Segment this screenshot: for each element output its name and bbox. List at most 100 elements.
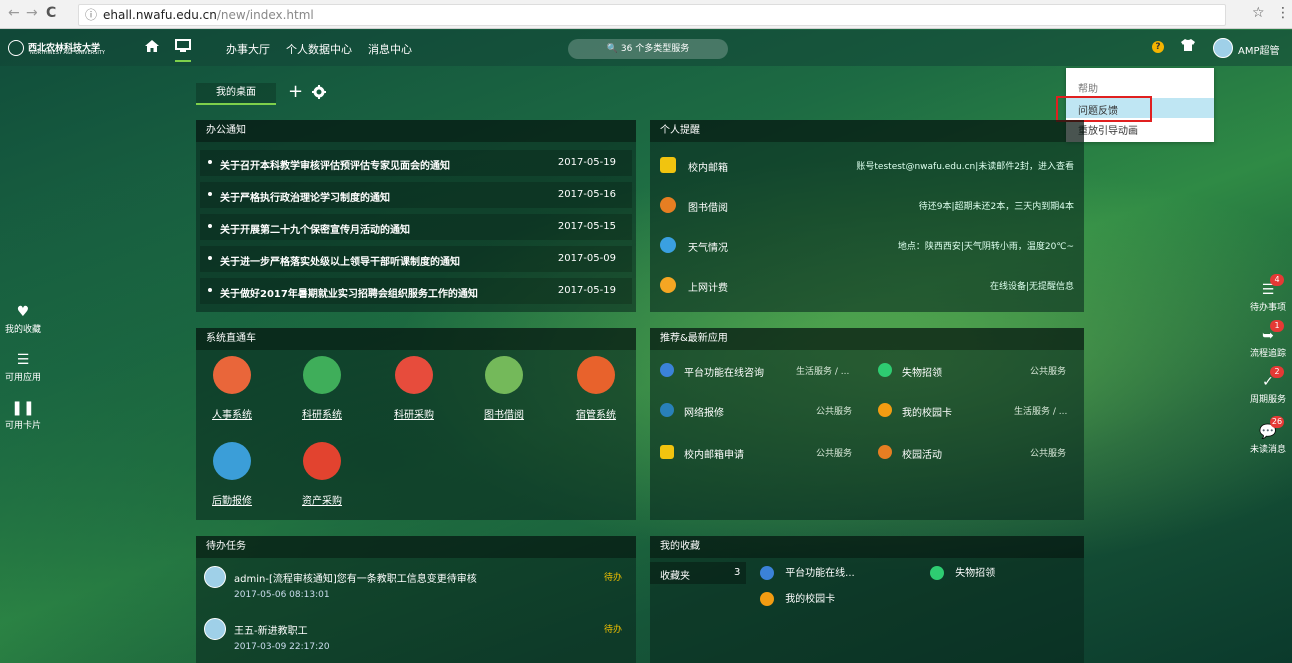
reminder-label: 天气情况 xyxy=(688,243,728,254)
tab-my-desktop[interactable]: 我的桌面 xyxy=(196,83,276,105)
task-title[interactable]: 王五-新进教职工 xyxy=(234,622,308,637)
sidebar-my-favorites[interactable]: ♥ 我的收藏 xyxy=(0,304,46,335)
user-avatar xyxy=(204,566,226,588)
reminder-info[interactable]: 地点：陕西西安|天气阴转小雨，温度20℃~ xyxy=(898,239,1074,252)
menu-item-help[interactable]: 帮助 xyxy=(1078,80,1098,95)
reminder-info[interactable]: 账号testest@nwafu.edu.cn|未读邮件2封，进入查看 xyxy=(856,159,1074,172)
settings-gear-icon[interactable] xyxy=(312,84,326,103)
list-icon: ☰ xyxy=(16,352,30,368)
app-mailbox-apply[interactable]: 校内邮箱申请 公共服务 xyxy=(650,436,868,470)
tasks-title: 待办任务 xyxy=(196,536,636,558)
system-library[interactable]: 图书借阅 xyxy=(474,356,534,421)
system-label[interactable]: 图书借阅 xyxy=(474,406,534,421)
repair-tools-icon xyxy=(213,442,251,480)
app-category: 公共服务 xyxy=(816,449,853,459)
browser-menu-icon[interactable]: ⋮ xyxy=(1276,5,1290,21)
app-campus-activity[interactable]: 校园活动 公共服务 xyxy=(868,436,1084,470)
university-logo[interactable]: 西北农林科技大学 NORTHWEST A&F UNIVERSITY xyxy=(8,40,105,56)
sidebar-available-apps[interactable]: ☰ 可用应用 xyxy=(0,352,46,383)
sidebar-available-cards[interactable]: ❚❚ 可用卡片 xyxy=(0,400,46,431)
bookmark-star-icon[interactable]: ☆ xyxy=(1252,5,1265,21)
reminder-row-library[interactable]: 图书借阅 待还9本|超期未还2本，三天内到期4本 xyxy=(650,190,1084,220)
app-name: 我的校园卡 xyxy=(902,408,952,419)
system-label[interactable]: 资产采购 xyxy=(292,492,352,507)
add-tab-icon[interactable]: + xyxy=(288,81,303,102)
logo-subtitle: NORTHWEST A&F UNIVERSITY xyxy=(30,50,105,56)
notices-panel: 办公通知 关于召开本科教学审核评估预评估专家见面会的通知 2017-05-19 … xyxy=(196,120,636,312)
favorite-label: 失物招领 xyxy=(955,568,996,579)
reminder-info[interactable]: 待还9本|超期未还2本，三天内到期4本 xyxy=(919,199,1074,212)
task-row[interactable]: admin-[流程审核通知]您有一条教职工信息变更待审核 待办 2017-05-… xyxy=(196,562,636,608)
notice-title[interactable]: 关于开展第二十九个保密宣传月活动的通知 xyxy=(220,221,410,236)
notice-row[interactable]: 关于进一步严格落实处级以上领导干部听课制度的通知 2017-05-09 xyxy=(200,246,632,272)
site-info-icon[interactable]: ⓘ xyxy=(85,5,97,25)
notice-title[interactable]: 关于严格执行政治理论学习制度的通知 xyxy=(220,189,390,204)
app-campus-card[interactable]: 我的校园卡 生活服务 / ... xyxy=(868,394,1084,428)
apps-title: 推荐&最新应用 xyxy=(650,328,1084,350)
notice-title[interactable]: 关于进一步严格落实处级以上领导干部听课制度的通知 xyxy=(220,253,460,268)
forward-icon[interactable]: → xyxy=(26,6,38,20)
task-row[interactable]: 王五-新进教职工 待办 2017-03-09 22:17:20 xyxy=(196,614,636,660)
reminder-row-network[interactable]: 上网计费 在线设备|无提醒信息 xyxy=(650,270,1084,300)
sidebar-process-tracking[interactable]: ➥ 1 流程追踪 xyxy=(1244,320,1292,359)
system-logistics-repair[interactable]: 后勤报修 xyxy=(202,442,262,507)
service-search[interactable]: 🔍 36 个多类型服务 xyxy=(568,39,728,59)
notices-title: 办公通知 xyxy=(196,120,636,142)
app-network-repair[interactable]: 网络报修 公共服务 xyxy=(650,394,868,428)
home-icon[interactable] xyxy=(144,38,160,57)
reload-icon[interactable]: C xyxy=(46,6,56,20)
browser-toolbar: ← → C ⓘ ehall.nwafu.edu.cn/new/index.htm… xyxy=(0,0,1292,29)
notice-row[interactable]: 关于召开本科教学审核评估预评估专家见面会的通知 2017-05-19 xyxy=(200,150,632,176)
favorites-panel: 我的收藏 收藏夹 3 平台功能在线... 失物招领 我的校园卡 xyxy=(650,536,1084,663)
system-asset-purchase[interactable]: 资产采购 xyxy=(292,442,352,507)
system-hr[interactable]: 人事系统 xyxy=(202,356,262,421)
reminder-row-mail[interactable]: 校内邮箱 账号testest@nwafu.edu.cn|未读邮件2封，进入查看 xyxy=(650,150,1084,180)
nav-message-center[interactable]: 消息中心 xyxy=(368,41,412,57)
address-bar[interactable]: ⓘ ehall.nwafu.edu.cn/new/index.html xyxy=(78,4,1226,26)
sidebar-label: 可用卡片 xyxy=(4,421,41,431)
notice-row[interactable]: 关于做好2017年暑期就业实习招聘会组织服务工作的通知 2017-05-19 xyxy=(200,278,632,304)
menu-item-replay-guide[interactable]: 重放引导动画 xyxy=(1078,122,1138,137)
reminder-info[interactable]: 在线设备|无提醒信息 xyxy=(990,279,1074,292)
periodic-badge: 2 xyxy=(1270,366,1284,378)
favorite-item[interactable]: 失物招领 xyxy=(930,564,995,580)
app-lost-found[interactable]: 失物招领 公共服务 xyxy=(868,354,1084,388)
todo-badge: 4 xyxy=(1270,274,1284,286)
user-avatar[interactable] xyxy=(1213,38,1233,58)
app-name: 网络报修 xyxy=(684,408,724,419)
username[interactable]: AMP超管 xyxy=(1238,42,1280,57)
nav-service-hall[interactable]: 办事大厅 xyxy=(226,41,270,57)
back-icon[interactable]: ← xyxy=(8,6,20,20)
app-online-consult[interactable]: 平台功能在线咨询 生活服务 / ... xyxy=(650,354,868,388)
process-badge: 1 xyxy=(1270,320,1284,332)
favorite-item[interactable]: 平台功能在线... xyxy=(760,564,855,580)
favorites-folder[interactable]: 收藏夹 3 xyxy=(650,562,746,584)
favorite-label: 我的校园卡 xyxy=(785,594,836,605)
system-label[interactable]: 后勤报修 xyxy=(202,492,262,507)
task-title[interactable]: admin-[流程审核通知]您有一条教职工信息变更待审核 xyxy=(234,570,477,585)
hr-people-icon xyxy=(213,356,251,394)
nav-personal-data[interactable]: 个人数据中心 xyxy=(286,41,352,57)
notice-row[interactable]: 关于严格执行政治理论学习制度的通知 2017-05-16 xyxy=(200,182,632,208)
help-icon[interactable]: ? xyxy=(1152,41,1164,53)
sidebar-unread-messages[interactable]: 💬 26 未读消息 xyxy=(1244,416,1292,455)
favorite-item[interactable]: 我的校园卡 xyxy=(760,590,835,606)
sidebar-todo[interactable]: ☰ 4 待办事项 xyxy=(1244,274,1292,313)
notice-row[interactable]: 关于开展第二十九个保密宣传月活动的通知 2017-05-15 xyxy=(200,214,632,240)
reminder-row-weather[interactable]: 天气情况 地点：陕西西安|天气阴转小雨，温度20℃~ xyxy=(650,230,1084,260)
system-label[interactable]: 人事系统 xyxy=(202,406,262,421)
skin-shirt-icon[interactable] xyxy=(1180,38,1196,56)
sidebar-periodic-service[interactable]: ✓ 2 周期服务 xyxy=(1244,366,1292,405)
system-dormitory[interactable]: 宿管系统 xyxy=(566,356,626,421)
desktop-icon[interactable] xyxy=(175,38,191,62)
system-label[interactable]: 科研系统 xyxy=(292,406,352,421)
system-research[interactable]: 科研系统 xyxy=(292,356,352,421)
app-name: 校内邮箱申请 xyxy=(684,450,744,461)
system-label[interactable]: 宿管系统 xyxy=(566,406,626,421)
notice-title[interactable]: 关于召开本科教学审核评估预评估专家见面会的通知 xyxy=(220,157,450,172)
system-research-purchase[interactable]: 科研采购 xyxy=(384,356,444,421)
system-label[interactable]: 科研采购 xyxy=(384,406,444,421)
app-category: 生活服务 / ... xyxy=(796,367,850,377)
chat-icon xyxy=(660,363,674,377)
notice-title[interactable]: 关于做好2017年暑期就业实习招聘会组织服务工作的通知 xyxy=(220,285,478,300)
